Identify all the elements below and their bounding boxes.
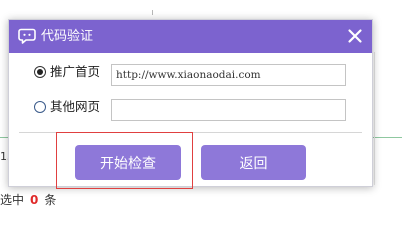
background-tick-mark [152,10,153,15]
back-button[interactable]: 返回 [201,145,306,180]
homepage-radio[interactable] [34,66,46,78]
screen: 15 选中 0 条 代码验证 推广首页 http://www.xiaonaodai.… [0,0,402,218]
start-check-button[interactable]: 开始检查 [75,145,181,180]
background-status-bar [0,185,402,218]
background-divider [374,52,375,202]
code-verify-dialog: 代码验证 推广首页 http://www.xiaonaodai.com 其他网页… [8,19,373,189]
homepage-label: 推广首页 [50,64,101,79]
other-page-label: 其他网页 [50,99,101,114]
selection-count: 0 [30,193,39,207]
selection-status-suffix: 条 [44,193,57,207]
option-other-page[interactable]: 其他网页 [34,100,114,114]
chat-bubble-icon [18,28,36,44]
other-page-url-input[interactable] [111,99,346,121]
other-page-radio[interactable] [34,101,46,113]
option-homepage[interactable]: 推广首页 [34,65,114,79]
homepage-url-input[interactable]: http://www.xiaonaodai.com [111,64,346,86]
dialog-title-bar[interactable]: 代码验证 [9,20,372,53]
selection-status: 选中 0 条 [0,193,56,207]
close-icon[interactable] [346,27,364,45]
selection-status-prefix: 选中 [0,193,25,207]
dialog-title: 代码验证 [41,29,94,44]
